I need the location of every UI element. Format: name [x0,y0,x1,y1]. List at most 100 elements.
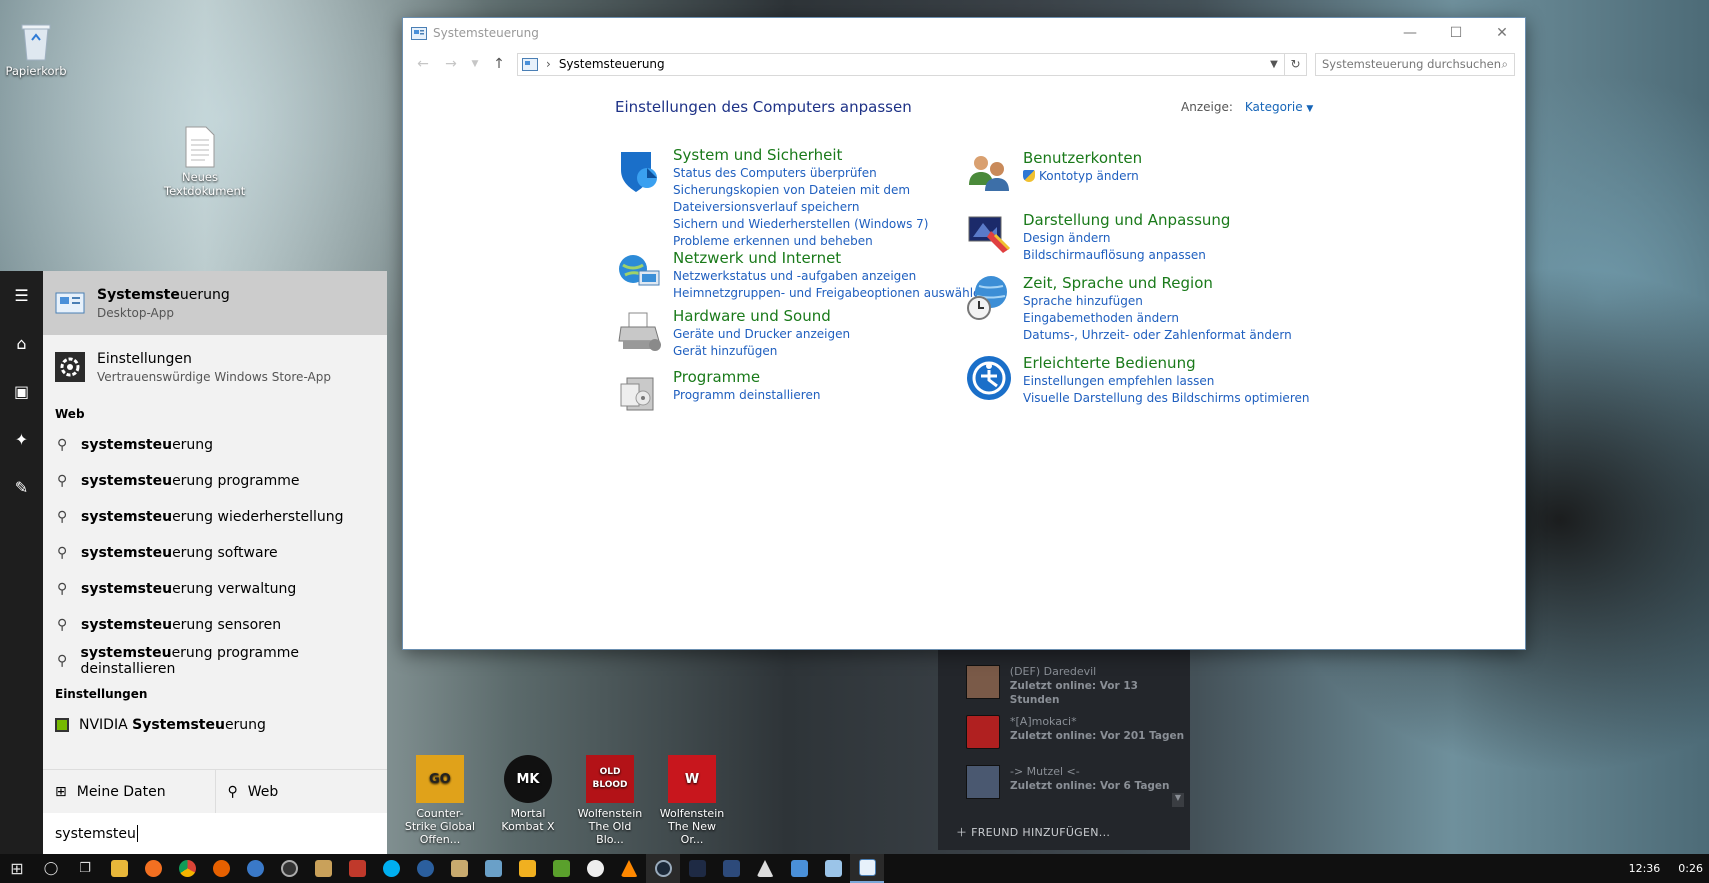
tool-app-icon[interactable] [340,854,374,883]
category-link[interactable]: Bildschirmauflösung anpassen [1023,247,1230,264]
chrome-icon[interactable] [170,854,204,883]
start-button[interactable]: ⊞ [0,854,34,883]
view-value: Kategorie [1244,100,1303,114]
web-suggestion[interactable]: ⚲ systemsteuerung software [43,535,387,571]
skype-icon[interactable] [374,854,408,883]
desktop-icon-recycle-bin[interactable]: Papierkorb [0,22,72,78]
add-friend-button[interactable]: ＋ FREUND HINZUFÜGEN... [956,824,1110,840]
category-link[interactable]: Probleme erkennen und beheben [673,233,928,250]
friend-item[interactable]: *[A]mokaci* Zuletzt online: Vor 201 Tagen [966,715,1184,749]
close-button[interactable]: ✕ [1479,18,1525,48]
category-link[interactable]: Kontotyp ändern [1023,168,1142,185]
notebook-icon[interactable]: ▣ [0,367,43,415]
league-icon[interactable] [442,854,476,883]
category-link[interactable]: Programm deinstallieren [673,387,820,404]
web-suggestion[interactable]: ⚲ systemsteuerung wiederherstellung [43,499,387,535]
scroll-down-arrow[interactable]: ▼ [1172,793,1184,807]
category-title[interactable]: Zeit, Sprache und Region [1023,274,1292,293]
web-suggestion[interactable]: ⚲ systemsteuerung programme [43,463,387,499]
game-shortcut-wolfenstein-new-order[interactable]: W Wolfenstein The New Or... [656,755,728,846]
firefox-icon[interactable] [204,854,238,883]
web-suggestion[interactable]: ⚲ systemsteuerung programme deinstalliere… [43,643,387,679]
game-shortcut-csgo[interactable]: GO Counter-Strike Global Offen... [404,755,476,846]
breadcrumb[interactable]: Systemsteuerung [559,57,665,71]
match-highlight: systemsteu [81,617,173,633]
up-arrow-icon[interactable]: ↑ [489,56,509,72]
chevron-down-icon[interactable]: ▼ [1264,59,1284,70]
category-link[interactable]: Sprache hinzufügen [1023,293,1292,310]
category-title[interactable]: Netzwerk und Internet [673,249,988,268]
steam-icon[interactable] [646,854,680,883]
web-suggestion[interactable]: ⚲ systemsteuerung [43,427,387,463]
control-panel-taskbar-icon[interactable] [850,854,884,883]
app-icon[interactable] [680,854,714,883]
nvidia-control-panel-item[interactable]: NVIDIA Systemsteuerung [43,707,387,743]
category-link[interactable]: Gerät hinzufügen [673,343,850,360]
category-title[interactable]: Erleichterte Bedienung [1023,354,1309,373]
avatar [966,765,1000,799]
corsair-icon[interactable] [748,854,782,883]
category-link[interactable]: Design ändern [1023,230,1230,247]
file-explorer-icon[interactable] [102,854,136,883]
settings-app-item[interactable]: Einstellungen Vertrauenswürdige Windows … [43,335,387,399]
tab-web[interactable]: ⚲ Web [216,770,388,813]
media-player-icon[interactable] [272,854,306,883]
category-link[interactable]: Datums-, Uhrzeit- oder Zahlenformat ände… [1023,327,1292,344]
notepad-icon[interactable] [816,854,850,883]
origin-icon[interactable] [136,854,170,883]
vlc-icon[interactable] [612,854,646,883]
category-title[interactable]: Programme [673,368,820,387]
category-title[interactable]: Benutzerkonten [1023,149,1142,168]
title-bar[interactable]: Systemsteuerung — ☐ ✕ [403,18,1525,48]
search-query-input[interactable]: systemsteu [43,813,387,854]
refresh-icon[interactable]: ↻ [1284,53,1306,75]
recent-locations-icon[interactable]: ▼ [469,59,481,69]
cortana-circle-icon[interactable]: ◯ [34,854,68,883]
category-link[interactable]: Einstellungen empfehlen lassen [1023,373,1309,390]
category-link[interactable]: Dateiversionsverlauf speichern [673,199,928,216]
game-shortcut-wolfenstein-old-blood[interactable]: OLD BLOOD Wolfenstein The Old Blo... [574,755,646,846]
back-arrow-icon[interactable]: ← [413,56,433,72]
home-icon[interactable]: ⌂ [0,319,43,367]
hamburger-menu-icon[interactable]: ☰ [0,271,43,319]
paint-icon[interactable] [510,854,544,883]
battlenet-icon[interactable] [476,854,510,883]
tab-my-data[interactable]: ⊞ Meine Daten [43,770,216,813]
system-clock[interactable]: 12:36 0:26 [1629,862,1709,875]
category-link[interactable]: Sichern und Wiederherstellen (Windows 7) [673,216,928,233]
task-view-icon[interactable]: ❐ [68,854,102,883]
desktop-icon-text-document[interactable]: Neues Textdokument [164,126,245,198]
network-app-icon[interactable] [238,854,272,883]
vpn-icon[interactable] [782,854,816,883]
forward-arrow-icon[interactable]: → [441,56,461,72]
category-link[interactable]: Status des Computers überprüfen [673,165,928,182]
best-match-item[interactable]: Systemsteuerung Desktop-App [43,271,387,335]
view-dropdown[interactable]: Kategorie ▼ [1245,100,1313,114]
web-suggestion[interactable]: ⚲ systemsteuerung sensoren [43,607,387,643]
game-app-icon[interactable] [306,854,340,883]
itunes-icon[interactable] [578,854,612,883]
category-link[interactable]: Sicherungskopien von Dateien mit dem [673,182,928,199]
friend-name: *[A]mokaci* [1010,715,1077,728]
category-link[interactable]: Netzwerkstatus und -aufgaben anzeigen [673,268,988,285]
friend-item[interactable]: (DEF) Daredevil Zuletzt online: Vor 13 St… [966,665,1190,707]
category-link[interactable]: Eingabemethoden ändern [1023,310,1292,327]
category-link[interactable]: Heimnetzgruppen- und Freigabeoptionen au… [673,285,988,302]
minimize-button[interactable]: — [1387,18,1433,48]
friend-item[interactable]: -> Mutzel <- Zuletzt online: Vor 6 Tagen [966,765,1170,799]
category-link[interactable]: Visuelle Darstellung des Bildschirms opt… [1023,390,1309,407]
category-title[interactable]: Hardware und Sound [673,307,850,326]
category-link[interactable]: Geräte und Drucker anzeigen [673,326,850,343]
address-field[interactable]: › Systemsteuerung ▼ ↻ [517,52,1307,76]
launcher-icon[interactable] [714,854,748,883]
feedback-icon[interactable]: ✎ [0,463,43,511]
game-shortcut-mkx[interactable]: MK Mortal Kombat X [492,755,564,833]
search-input[interactable]: Systemsteuerung durchsuchen ⌕ [1315,52,1515,76]
web-suggestion[interactable]: ⚲ systemsteuerung verwaltung [43,571,387,607]
greenshot-icon[interactable] [544,854,578,883]
category-title[interactable]: Darstellung und Anpassung [1023,211,1230,230]
teamspeak-icon[interactable] [408,854,442,883]
lightbulb-icon[interactable]: ✦ [0,415,43,463]
maximize-button[interactable]: ☐ [1433,18,1479,48]
category-title[interactable]: System und Sicherheit [673,146,928,165]
